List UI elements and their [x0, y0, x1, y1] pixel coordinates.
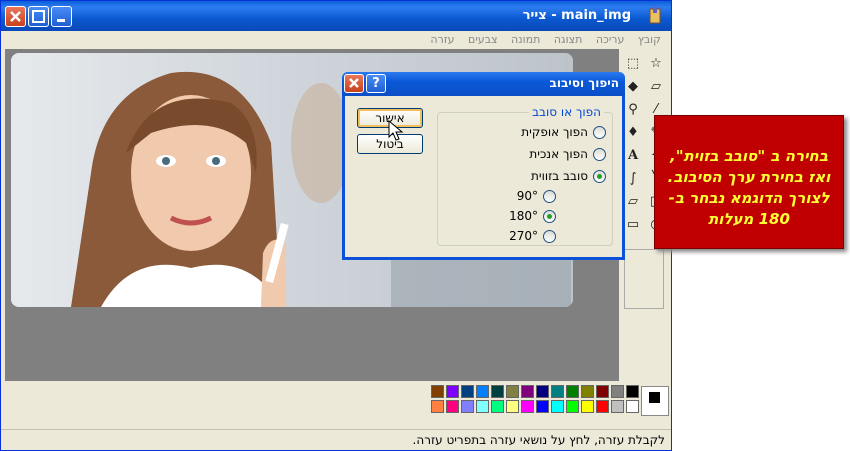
color-swatch[interactable] — [596, 385, 609, 398]
text-tool-icon[interactable]: A — [622, 145, 644, 167]
angle-label: 90° — [516, 189, 538, 203]
brush-icon[interactable]: ♦ — [622, 122, 644, 144]
color-swatch[interactable] — [506, 400, 519, 413]
menu-help[interactable]: עזרה — [430, 31, 454, 49]
radio-button[interactable] — [593, 147, 606, 161]
rect-select-icon[interactable]: ⬚ — [622, 53, 644, 75]
free-select-icon[interactable]: ☆ — [645, 53, 667, 75]
help-icon: ? — [372, 76, 380, 91]
eraser-icon[interactable]: ▱ — [645, 76, 667, 98]
tool-options-box[interactable] — [624, 249, 664, 309]
minimize-icon — [57, 19, 65, 22]
instruction-callout: בחירה ב "סובב בזוית", ואז בחירת ערך הסיב… — [654, 115, 844, 249]
color-swatch[interactable] — [461, 385, 474, 398]
option-flip-vertical[interactable]: הפוך אנכית — [529, 147, 606, 161]
close-window-button[interactable] — [5, 6, 26, 27]
paint-app-icon — [649, 7, 661, 24]
color-swatch[interactable] — [626, 385, 639, 398]
callout-line: 180 מעלות — [708, 210, 790, 228]
angle-label: 270° — [509, 229, 538, 243]
title-bar[interactable]: main_img - צייר — [1, 1, 671, 31]
radio-button[interactable] — [543, 229, 556, 243]
current-colors[interactable] — [641, 386, 669, 416]
radio-button[interactable] — [593, 125, 606, 139]
option-label: סובב בזווית — [531, 169, 588, 183]
magnifier-icon[interactable]: ⚲ — [622, 99, 644, 121]
color-swatch[interactable] — [596, 400, 609, 413]
close-icon — [10, 11, 21, 22]
color-palette — [1, 381, 671, 427]
close-icon — [349, 78, 359, 88]
color-swatch[interactable] — [521, 400, 534, 413]
menu-view[interactable]: תצוגה — [554, 31, 582, 49]
menu-colors[interactable]: צבעים — [468, 31, 498, 49]
color-swatch[interactable] — [611, 385, 624, 398]
menu-edit[interactable]: עריכה — [596, 31, 625, 49]
curve-icon[interactable]: ∫ — [622, 168, 644, 190]
mouse-pointer-icon — [388, 120, 404, 141]
color-swatch[interactable] — [611, 400, 624, 413]
color-swatch[interactable] — [521, 385, 534, 398]
dialog-help-button[interactable]: ? — [366, 74, 386, 93]
status-bar: לקבלת עזרה, לחץ על נושאי עזרה בתפריט עזר… — [1, 429, 671, 450]
radio-button[interactable] — [543, 209, 556, 223]
dialog-close-button[interactable] — [344, 74, 364, 93]
callout-line: ואז בחירת ערך הסיבוב. — [667, 168, 831, 186]
menu-file[interactable]: קובץ — [638, 31, 661, 49]
color-swatch[interactable] — [446, 400, 459, 413]
color-swatch[interactable] — [491, 385, 504, 398]
option-label: הפוך אנכית — [529, 147, 588, 161]
angle-label: 180° — [509, 209, 538, 223]
maximize-icon — [32, 10, 45, 23]
option-flip-horizontal[interactable]: הפוך אופקית — [521, 125, 606, 139]
angle-270[interactable]: 270° — [509, 229, 556, 243]
color-swatch[interactable] — [536, 385, 549, 398]
color-swatch[interactable] — [431, 385, 444, 398]
polygon-icon[interactable]: ▱ — [622, 191, 644, 213]
color-swatch[interactable] — [476, 385, 489, 398]
color-swatch[interactable] — [476, 400, 489, 413]
callout-line: לצורך הדוגמא נבחר ב- — [668, 189, 830, 207]
fill-bucket-icon[interactable]: ◆ — [622, 76, 644, 98]
radio-button[interactable] — [593, 169, 606, 183]
color-swatch[interactable] — [551, 385, 564, 398]
color-swatch[interactable] — [581, 385, 594, 398]
foreground-color — [648, 391, 661, 404]
color-swatch[interactable] — [446, 385, 459, 398]
flip-rotate-dialog: ? היפוך וסיבוב אישור ביטול הפוך או סובב … — [342, 72, 625, 260]
color-swatch[interactable] — [431, 400, 444, 413]
group-label: הפוך או סובב — [529, 105, 604, 119]
color-swatch[interactable] — [566, 385, 579, 398]
callout-line: בחירה ב "סובב בזוית", — [670, 147, 828, 165]
color-swatch[interactable] — [566, 400, 579, 413]
rounded-rect-icon[interactable]: ▭ — [622, 214, 644, 236]
dialog-title: היפוך וסיבוב — [549, 76, 619, 90]
dialog-title-bar[interactable]: ? היפוך וסיבוב — [342, 72, 625, 96]
angle-180[interactable]: 180° — [509, 209, 556, 223]
menu-bar: קובץ עריכה תצוגה תמונה צבעים עזרה — [1, 31, 671, 49]
color-swatch[interactable] — [491, 400, 504, 413]
menu-image[interactable]: תמונה — [511, 31, 540, 49]
color-swatch[interactable] — [506, 385, 519, 398]
window-title: main_img - צייר — [522, 8, 631, 23]
color-swatch[interactable] — [461, 400, 474, 413]
color-swatch[interactable] — [551, 400, 564, 413]
color-swatch[interactable] — [536, 400, 549, 413]
minimize-button[interactable] — [51, 6, 72, 27]
option-rotate-by-angle[interactable]: סובב בזווית — [531, 169, 606, 183]
maximize-button[interactable] — [28, 6, 49, 27]
color-swatch[interactable] — [626, 400, 639, 413]
option-label: הפוך אופקית — [521, 125, 588, 139]
angle-90[interactable]: 90° — [517, 189, 556, 203]
flip-rotate-group: הפוך או סובב הפוך אופקית הפוך אנכית סובב… — [437, 105, 613, 246]
radio-button[interactable] — [543, 189, 556, 203]
color-swatch[interactable] — [581, 400, 594, 413]
